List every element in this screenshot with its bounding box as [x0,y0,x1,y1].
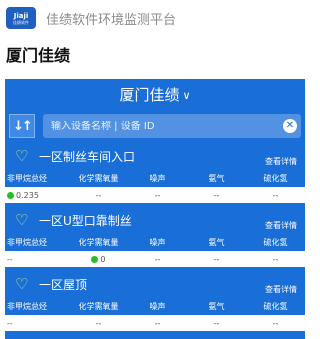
search-box: ✕ [43,114,301,138]
column-header: 非甲烷总烃 [7,173,47,183]
cell-value: -- [7,318,13,328]
area-header: ♡ 一区屋顶 查看详情 [5,271,305,297]
search-row: ↓↑ ✕ [5,109,305,143]
phone-preview: 厦门佳绩 ∨ ↓↑ ✕ ♡一区制丝车间入口查看详情非甲烷总烃化学需氧量噪声氨气硫… [5,79,305,339]
cell-value: -- [272,190,279,200]
site-selector[interactable]: 厦门佳绩 ∨ [5,79,305,109]
table-cell: -- [5,255,69,264]
table-cell: -- [246,319,305,328]
cell-value: -- [213,318,220,328]
area-section: ♡ 一区U型口靠制丝 查看详情非甲烷总烃 化学需氧量 噪声 氨气 硫化氢 -- 0 -- -- -- [5,207,305,267]
view-details-link[interactable]: 查看详情 [265,156,297,167]
column-header: 噪声 [149,237,166,247]
area-list: ♡ 一区制丝车间入口 查看详情 非甲烷总烃 化学需氧量 噪声 氨气 硫化氢 0.235 -- -- -… [5,143,305,331]
area-section: ♡ 一区制丝车间入口 查看详情非甲烷总烃 化学需氧量 噪声 氨气 硫化氢 0.235 -- -- -… [5,143,305,203]
cell-value: -- [7,254,13,264]
heart-icon: ♡ [15,275,29,293]
column-header: 噪声 [149,301,166,311]
site-selector-label: 厦门佳绩 [119,85,180,104]
table-cell: -- [128,255,187,264]
cell-value: -- [95,190,102,200]
table-cell: 0.235 [5,191,69,200]
cell-value: -- [272,318,279,328]
cell-value: -- [213,254,220,264]
view-details-link[interactable]: 查看详情 [265,220,297,231]
status-dot-icon [91,255,99,263]
column-header: 化学需氧量 [78,173,119,183]
column-header: 化学需氧量 [78,301,119,311]
logo-subtext: 佳绩软件 [13,19,29,25]
column-header: 硫化氢 [263,301,288,311]
column-header: 非甲烷总烃 [7,237,47,247]
column-header: 氨气 [208,173,225,183]
cell-value: -- [272,254,279,264]
table-row: -- -- -- -- -- [5,315,305,331]
area-name: 一区U型口靠制丝 [39,213,132,228]
cell-value: 0.235 [16,190,39,200]
column-header: 氨气 [208,301,225,311]
table-cell: -- [128,319,187,328]
column-header: 硫化氢 [263,173,288,183]
app-logo: Jiaji 佳绩软件 [6,7,36,29]
heart-icon: ♡ [15,147,29,165]
heart-icon: ♡ [15,211,29,229]
area-header: ♡ 一区U型口靠制丝 查看详情 [5,207,305,233]
cell-value: -- [154,318,161,328]
table-row: 0.235 -- -- -- -- [5,187,305,203]
table-cell: -- [69,191,128,200]
app-header: Jiaji 佳绩软件 佳绩软件环境监测平台 [0,0,314,36]
column-header: 化学需氧量 [78,237,119,247]
clear-icon[interactable]: ✕ [283,119,297,133]
cell-value: -- [95,318,102,328]
table-header: 非甲烷总烃 化学需氧量 噪声 氨气 硫化氢 [5,297,305,315]
cell-value: -- [154,190,161,200]
area-name: 一区屋顶 [39,277,88,292]
cell-value: -- [213,190,220,200]
column-header: 硫化氢 [263,237,288,247]
table-header: 非甲烷总烃 化学需氧量 噪声 氨气 硫化氢 [5,169,305,187]
search-input[interactable] [51,120,283,132]
area-section: ♡ 一区屋顶 查看详情非甲烷总烃 化学需氧量 噪声 氨气 硫化氢 -- -- -- -- -- [5,271,305,331]
area-name: 一区制丝车间入口 [39,149,136,164]
column-header: 非甲烷总烃 [7,301,47,311]
table-cell: -- [5,319,69,328]
cell-value: 0 [100,254,106,264]
table-cell: -- [246,191,305,200]
logo-text: Jiaji [13,11,29,20]
status-dot-icon [7,191,14,199]
table-header: 非甲烷总烃 化学需氧量 噪声 氨气 硫化氢 [5,233,305,251]
table-cell: 0 [69,255,128,264]
table-row: -- 0 -- -- -- [5,251,305,267]
column-header: 噪声 [149,173,166,183]
table-cell: -- [187,255,246,264]
app-title: 佳绩软件环境监测平台 [46,12,177,28]
chevron-down-icon: ∨ [182,88,191,102]
area-header: ♡ 一区制丝车间入口 查看详情 [5,143,305,169]
table-cell: -- [69,319,128,328]
cell-value: -- [154,254,161,264]
column-header: 氨气 [208,237,225,247]
table-cell: -- [187,191,246,200]
sort-icon[interactable]: ↓↑ [9,114,35,138]
table-cell: -- [128,191,187,200]
table-cell: -- [187,319,246,328]
view-details-link[interactable]: 查看详情 [265,284,297,295]
page-title: 厦门佳绩 [6,46,71,65]
table-cell: -- [246,255,305,264]
